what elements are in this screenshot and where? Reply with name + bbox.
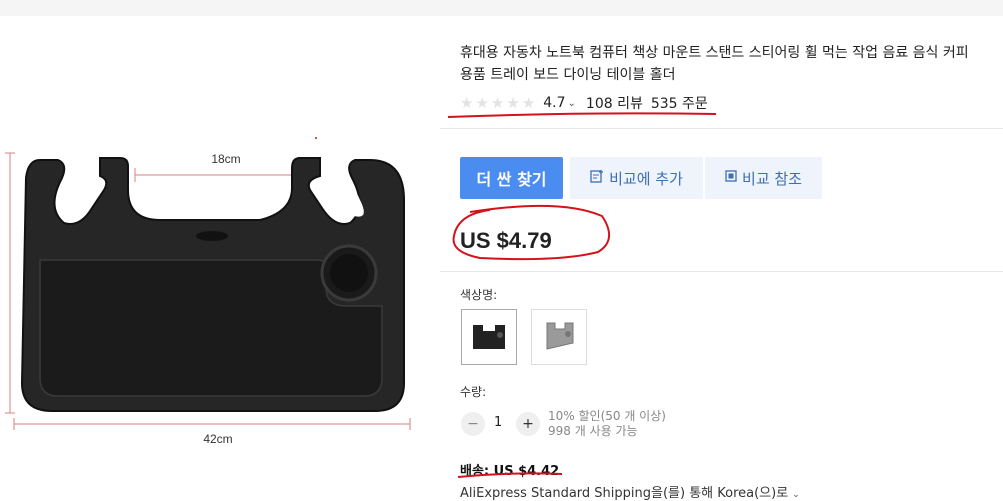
top-strip	[0, 0, 1003, 16]
product-image-tray: 18cm 42cm	[5, 152, 411, 446]
product-title-line-1: 휴대용 자동차 노트북 컴퓨터 책상 마운트 스탠드 스티어링 휠 먹는 작업 …	[460, 45, 969, 61]
quantity-increase-button[interactable]: +	[516, 412, 540, 436]
view-compare-button[interactable]: 비교 참조	[705, 157, 822, 199]
shipping-cost: 배송: US $4.42	[460, 464, 560, 479]
star-icon: ★	[506, 93, 520, 112]
star-icon: ★	[475, 93, 489, 112]
view-compare-label: 비교 참조	[742, 169, 802, 188]
star-icon: ★	[490, 93, 505, 112]
color-label: 색상명:	[460, 288, 498, 302]
product-title: 휴대용 자동차 노트북 컴퓨터 책상 마운트 스탠드 스티어링 휠 먹는 작업 …	[460, 42, 1003, 86]
chevron-down-icon[interactable]: ⌄	[568, 98, 576, 109]
color-swatch-gray[interactable]	[531, 309, 587, 365]
stock-available-text: 998 개 사용 가능	[548, 424, 638, 438]
orders-count: 535 주문	[650, 96, 708, 112]
swatch-gray-image	[546, 322, 574, 350]
quantity-info: 10% 할인(50 개 이상) 998 개 사용 가능	[548, 409, 666, 439]
product-title-line-2: 용품 트레이 보드 다이닝 테이블 홀더	[460, 67, 676, 83]
shipping-method-text: AliExpress Standard Shipping을(를) 통해 Kore…	[460, 486, 789, 501]
rating-stars: ★ ★ ★ ★ ★	[460, 93, 536, 112]
compare-view-icon	[725, 170, 737, 186]
color-swatch-black[interactable]	[461, 309, 517, 365]
compare-add-icon	[590, 169, 604, 187]
image-width-bottom-label: 42cm	[203, 432, 232, 446]
bulk-discount-text: 10% 할인(50 개 이상)	[548, 409, 666, 423]
swatch-black-image	[473, 325, 505, 349]
find-cheaper-button[interactable]: 더 싼 찾기	[460, 157, 563, 199]
divider	[440, 128, 1003, 129]
reviews-link[interactable]: 108 리뷰	[586, 93, 643, 113]
divider	[440, 271, 1003, 272]
image-width-top-label: 18cm	[211, 152, 240, 166]
rating-score[interactable]: 4.7	[543, 95, 565, 111]
star-icon: ★	[460, 93, 474, 112]
quantity-value[interactable]: 1	[494, 415, 502, 430]
find-cheaper-label: 더 싼 찾기	[476, 170, 547, 189]
shipping-method[interactable]: AliExpress Standard Shipping을(를) 통해 Kore…	[460, 482, 810, 501]
chevron-down-icon[interactable]: ⌄	[792, 490, 800, 500]
quantity-decrease-button[interactable]: −	[461, 412, 485, 436]
add-to-compare-button[interactable]: 비교에 추가	[570, 157, 703, 199]
quantity-label: 수량:	[460, 385, 487, 399]
annotation-underline-rating	[447, 112, 717, 118]
star-icon: ★	[521, 93, 536, 112]
add-to-compare-label: 비교에 추가	[609, 169, 683, 188]
product-price: US $4.79	[460, 228, 552, 253]
rating-row: ★ ★ ★ ★ ★ 4.7 ⌄ 108 리뷰 535 주문	[460, 94, 708, 112]
product-image[interactable]: 18cm 42cm	[0, 128, 420, 478]
